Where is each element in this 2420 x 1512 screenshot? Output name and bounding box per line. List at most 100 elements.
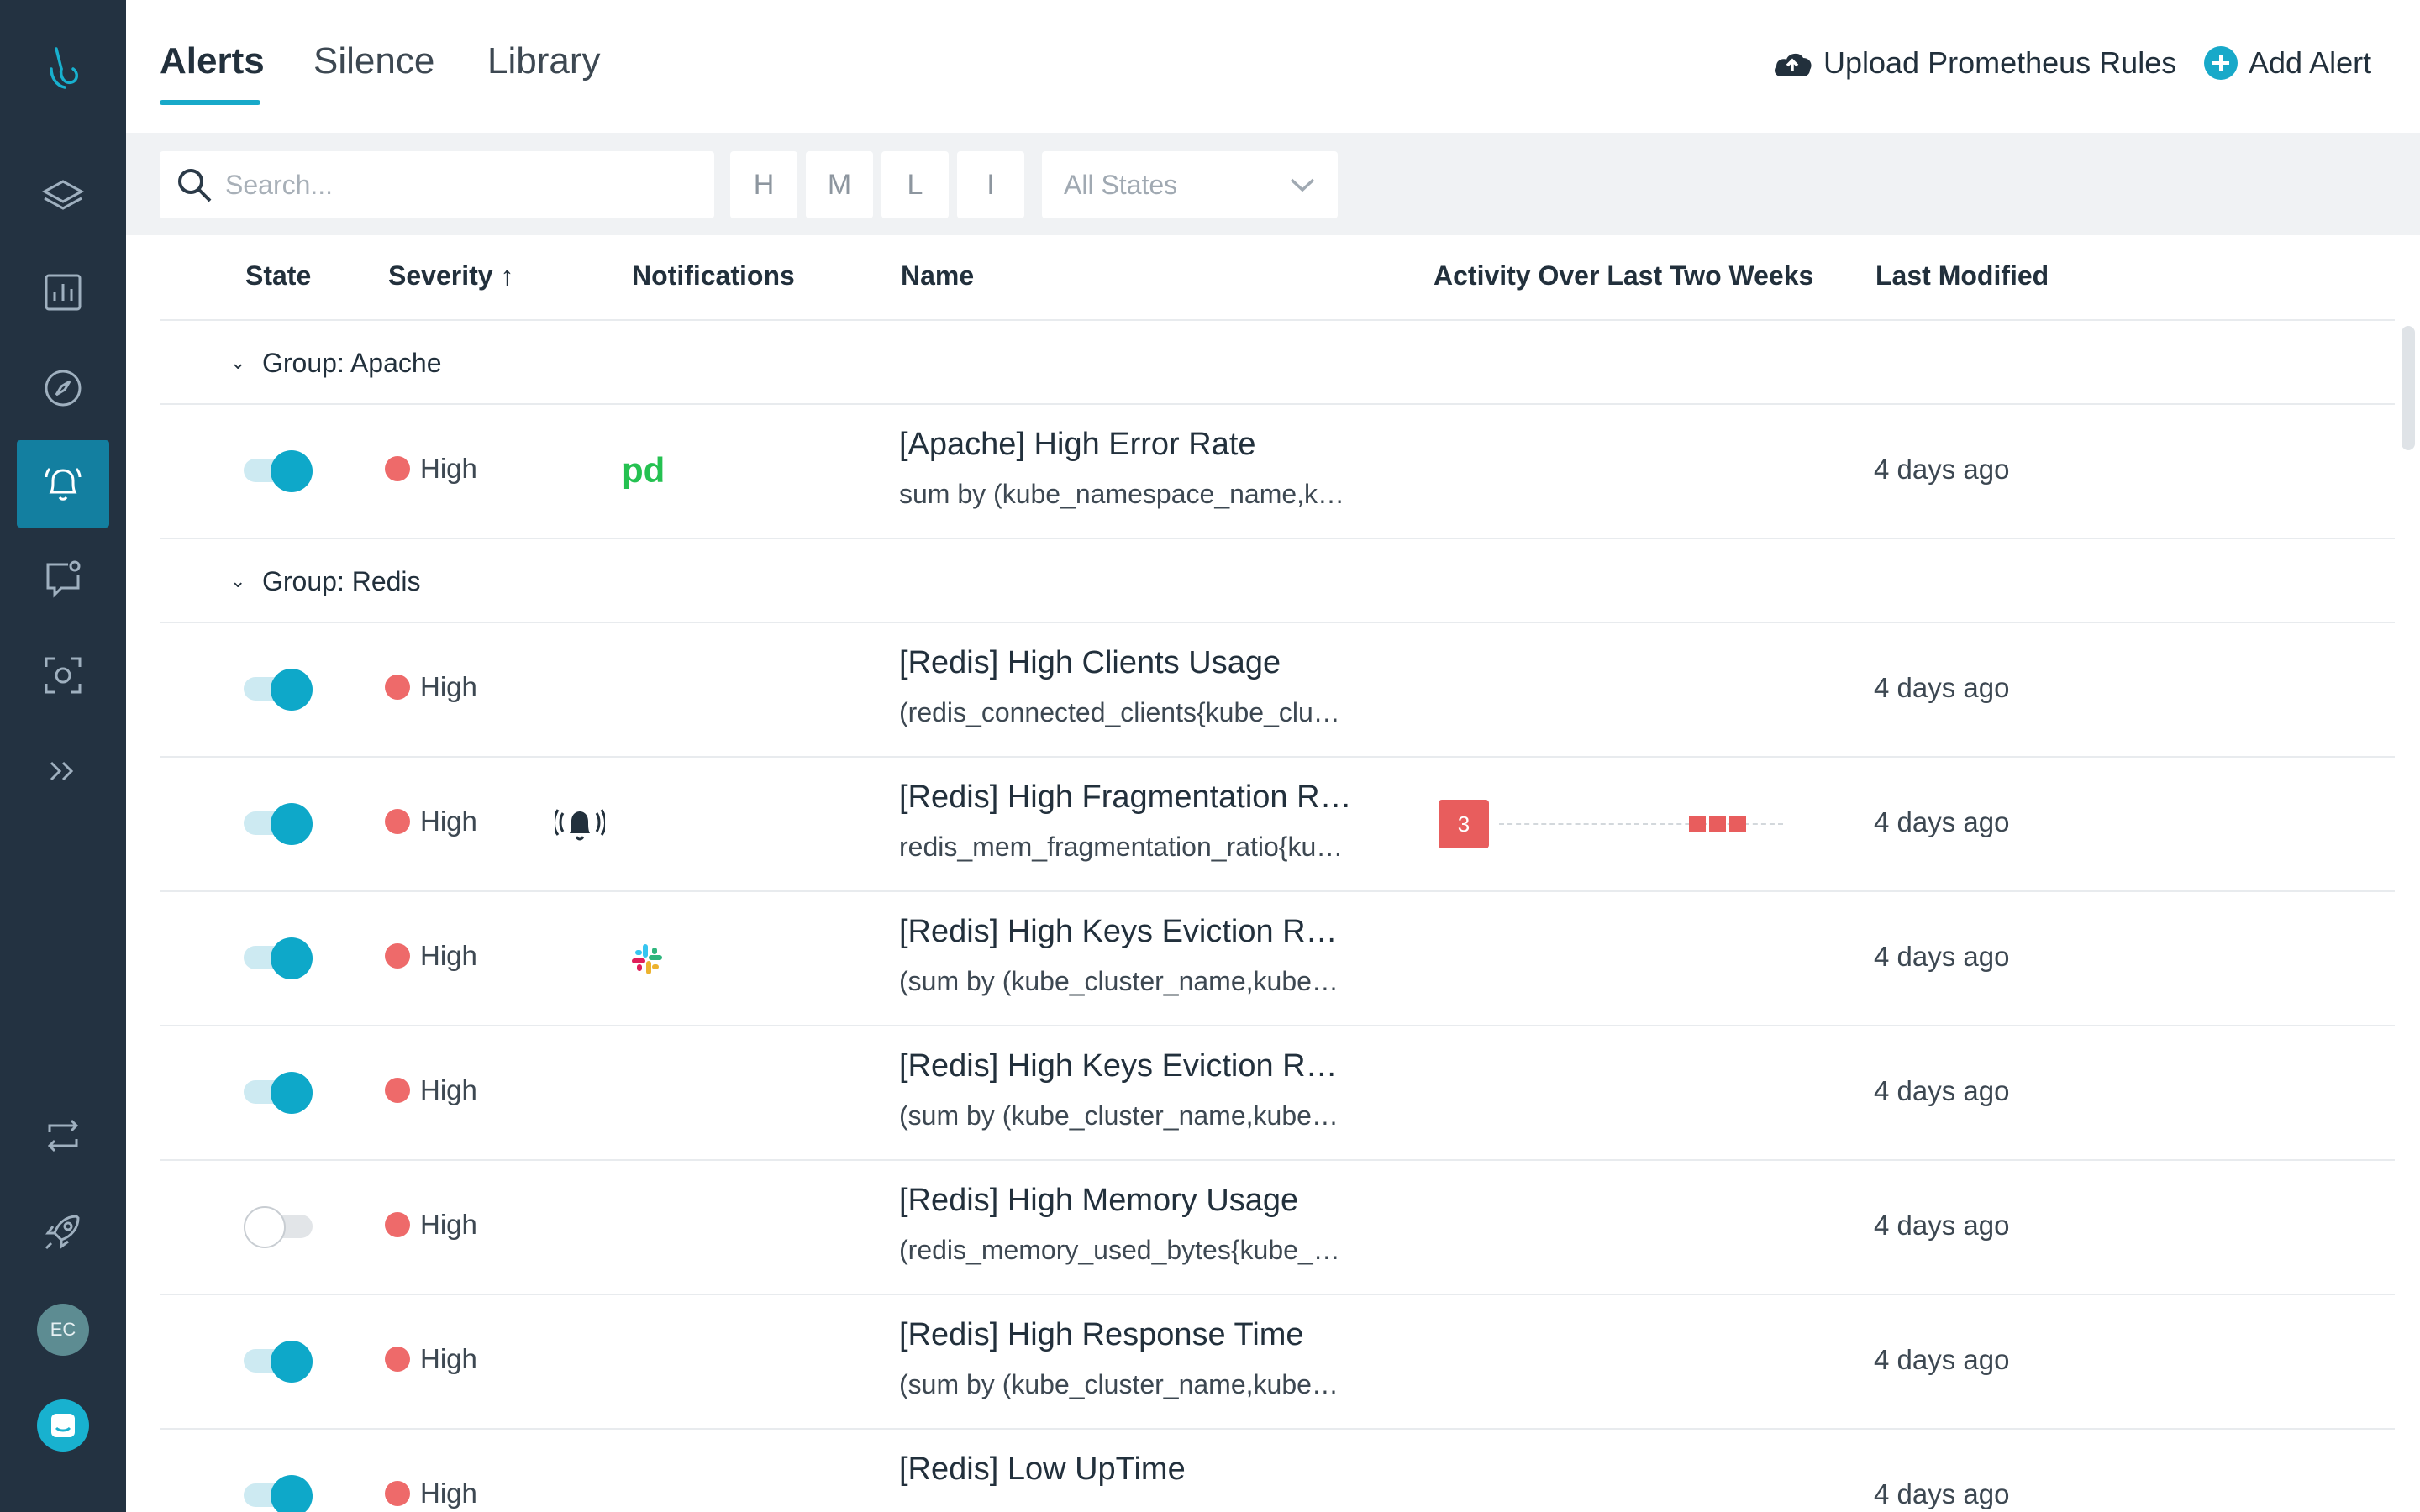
expand-sidebar-icon[interactable] <box>17 727 109 815</box>
alert-enabled-toggle[interactable] <box>244 937 313 979</box>
search-icon <box>178 169 212 202</box>
severity-label: High <box>420 1343 477 1374</box>
cloud-upload-icon <box>1775 53 1812 76</box>
last-modified: 4 days ago <box>1874 1478 2010 1509</box>
capture-icon[interactable] <box>17 632 109 719</box>
last-modified: 4 days ago <box>1874 1210 2010 1241</box>
alert-name[interactable]: [Redis] Low UpTime <box>899 1452 1186 1488</box>
column-header-last-modified[interactable]: Last Modified <box>1876 260 2049 291</box>
last-modified: 4 days ago <box>1874 1344 2010 1375</box>
alert-name[interactable]: [Redis] High Memory Usage <box>899 1183 1298 1219</box>
alerts-bell-icon[interactable] <box>17 440 109 528</box>
group-label: Group: Redis <box>262 565 421 596</box>
tab-alerts[interactable]: Alerts <box>160 40 265 82</box>
severity-dot <box>385 456 410 481</box>
group-row-apache[interactable]: ⌄ Group: Apache <box>160 321 2395 405</box>
severity-indicator: High <box>385 1478 477 1509</box>
table-row[interactable]: High [Redis] High Memory Usage (redis_me… <box>160 1161 2395 1294</box>
add-alert-label: Add Alert <box>2249 45 2372 80</box>
severity-indicator: High <box>385 806 477 837</box>
severity-dot <box>385 1212 410 1237</box>
severity-indicator: High <box>385 1074 477 1106</box>
column-header-name[interactable]: Name <box>901 260 974 291</box>
alert-enabled-toggle[interactable] <box>244 450 313 492</box>
last-modified: 4 days ago <box>1874 672 2010 703</box>
sort-ascending-icon: ↑ <box>500 260 514 291</box>
table-row[interactable]: High pd [Apache] High Error Rate sum by … <box>160 405 2395 538</box>
alert-enabled-toggle[interactable] <box>244 1206 313 1248</box>
alerts-table: State Severity ↑ Notifications Name Acti… <box>160 235 2395 1512</box>
chevron-down-icon: ⌄ <box>230 352 246 373</box>
alert-enabled-toggle[interactable] <box>244 669 313 711</box>
top-bar: Alerts Silence Library Upload Prometheus… <box>126 0 2420 133</box>
column-header-state[interactable]: State <box>245 260 311 291</box>
layers-icon[interactable] <box>17 153 109 240</box>
alert-name[interactable]: [Redis] High Keys Eviction Rati... <box>899 1048 1353 1084</box>
table-row[interactable]: High [Redis] High Fragmentation Rat... r… <box>160 758 2395 890</box>
alert-query: (sum by (kube_cluster_name,kube_n... <box>899 1369 1353 1399</box>
severity-header-label: Severity <box>388 260 493 291</box>
search-box[interactable] <box>160 151 714 218</box>
search-input[interactable] <box>225 169 696 201</box>
active-tab-indicator <box>160 100 260 105</box>
table-row[interactable]: High [Redis] High Keys Eviction Ratio (s… <box>160 892 2395 1025</box>
alert-name[interactable]: [Apache] High Error Rate <box>899 427 1256 463</box>
rocket-icon[interactable] <box>17 1188 109 1275</box>
severity-dot <box>385 1347 410 1372</box>
severity-dot <box>385 1481 410 1506</box>
severity-indicator: High <box>385 1209 477 1241</box>
severity-filter-high[interactable]: H <box>730 151 797 218</box>
slack-icon <box>632 944 662 974</box>
severity-filter-low[interactable]: L <box>881 151 949 218</box>
activity-event <box>1729 816 1746 832</box>
severity-filter-info[interactable]: I <box>957 151 1024 218</box>
table-row[interactable]: High [Redis] High Clients Usage (redis_c… <box>160 623 2395 756</box>
column-header-activity[interactable]: Activity Over Last Two Weeks <box>1434 260 1813 291</box>
severity-dot <box>385 943 410 969</box>
table-row[interactable]: High [Redis] High Response Time (sum by … <box>160 1295 2395 1428</box>
add-alert-button[interactable]: Add Alert <box>2203 45 2371 81</box>
activity-event <box>1689 816 1706 832</box>
state-select[interactable]: All States <box>1042 151 1338 218</box>
severity-label: High <box>420 1209 477 1240</box>
group-row-redis[interactable]: ⌄ Group: Redis <box>160 539 2395 623</box>
sysdig-logo-icon[interactable] <box>17 24 109 111</box>
alert-query: (redis_memory_used_bytes{kube_cl... <box>899 1235 1353 1265</box>
last-modified: 4 days ago <box>1874 1075 2010 1106</box>
upload-prometheus-rules-button[interactable]: Upload Prometheus Rules <box>1771 45 2176 81</box>
chevron-down-icon <box>1290 178 1315 192</box>
last-modified: 4 days ago <box>1874 941 2010 972</box>
alert-name[interactable]: [Redis] High Clients Usage <box>899 645 1281 681</box>
dashboard-chart-icon[interactable] <box>17 249 109 336</box>
severity-filter-medium[interactable]: M <box>806 151 873 218</box>
alert-enabled-toggle[interactable] <box>244 1475 313 1512</box>
integrations-arrows-icon[interactable] <box>17 1092 109 1179</box>
support-chat-icon[interactable] <box>37 1399 89 1452</box>
alert-name[interactable]: [Redis] High Response Time <box>899 1317 1304 1353</box>
activity-timeline: 3 <box>1439 800 1791 848</box>
severity-dot <box>385 809 410 834</box>
alert-name[interactable]: [Redis] High Keys Eviction Ratio <box>899 914 1353 950</box>
tab-library[interactable]: Library <box>487 40 601 82</box>
events-chat-icon[interactable] <box>17 536 109 623</box>
column-header-severity[interactable]: Severity ↑ <box>388 260 513 291</box>
plus-circle-icon <box>2204 46 2238 80</box>
column-header-notifications[interactable]: Notifications <box>632 260 795 291</box>
svg-text:pd: pd <box>622 454 665 489</box>
tab-silence[interactable]: Silence <box>313 40 434 82</box>
explore-compass-icon[interactable] <box>17 344 109 432</box>
activity-count-badge: 3 <box>1439 800 1489 848</box>
upload-label: Upload Prometheus Rules <box>1823 45 2177 80</box>
activity-event <box>1709 816 1726 832</box>
alert-name[interactable]: [Redis] High Fragmentation Rat... <box>899 780 1353 816</box>
filter-bar: H M L I All States <box>126 133 2420 235</box>
scrollbar[interactable] <box>2402 326 2415 450</box>
table-row[interactable]: High [Redis] Low UpTime 4 days ago <box>160 1430 2395 1512</box>
alert-enabled-toggle[interactable] <box>244 1341 313 1383</box>
alert-enabled-toggle[interactable] <box>244 1072 313 1114</box>
severity-dot <box>385 1078 410 1103</box>
alert-enabled-toggle[interactable] <box>244 803 313 845</box>
state-select-value: All States <box>1064 169 1178 200</box>
table-row[interactable]: High [Redis] High Keys Eviction Rati... … <box>160 1026 2395 1159</box>
user-avatar[interactable]: EC <box>37 1304 89 1356</box>
